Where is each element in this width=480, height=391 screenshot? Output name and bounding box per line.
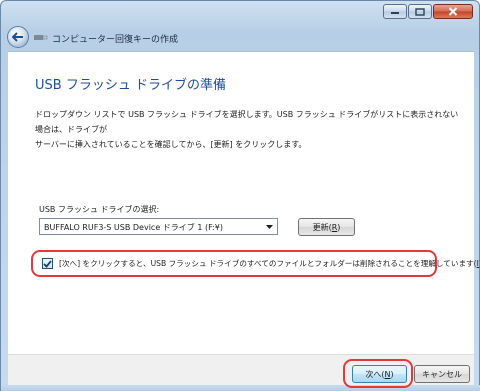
drive-select-value: BUFFALO RUF3-S USB Device ドライブ 1 (F:¥) — [44, 223, 223, 232]
drive-select-arrow[interactable] — [262, 219, 277, 234]
refresh-button[interactable]: 更新(R) — [298, 218, 355, 236]
dropdown-arrow-icon — [266, 224, 273, 229]
maximize-button[interactable] — [408, 4, 432, 19]
title-bar — [1, 1, 479, 23]
cancel-button[interactable]: キャンセル — [414, 365, 470, 383]
minimize-button[interactable] — [383, 4, 407, 19]
back-button[interactable] — [7, 26, 29, 48]
description-line-2: サーバーに挿入されていることを確認してから、[更新] をクリックします。 — [35, 140, 307, 149]
navigation-bar: コンピューター回復キーの作成 — [1, 23, 479, 51]
wizard-window: コンピューター回復キーの作成 USB フラッシュ ドライブの準備 ドロップダウン… — [0, 0, 480, 391]
drive-select[interactable]: BUFFALO RUF3-S USB Device ドライブ 1 (F:¥) — [39, 218, 278, 235]
page-description: ドロップダウン リストで USB フラッシュ ドライブを選択します。USB フラ… — [35, 107, 465, 152]
back-arrow-icon — [12, 32, 23, 42]
description-line-1: ドロップダウン リストで USB フラッシュ ドライブを選択します。USB フラ… — [35, 110, 459, 134]
next-label: 次へ( — [365, 370, 385, 379]
confirm-label: [次へ] をクリックすると、USB フラッシュ ドライブのすべてのファイルとフォ… — [59, 258, 480, 269]
next-button[interactable]: 次へ(N) — [352, 365, 407, 383]
confirm-checkbox[interactable] — [42, 258, 53, 269]
wizard-content: USB フラッシュ ドライブの準備 ドロップダウン リストで USB フラッシュ… — [8, 51, 480, 354]
next-suffix: ) — [390, 370, 394, 379]
minimize-icon — [391, 11, 399, 14]
close-button[interactable] — [433, 4, 473, 19]
confirm-label-text: [次へ] をクリックすると、USB フラッシュ ドライブのすべてのファイルとフォ… — [59, 259, 477, 268]
checkmark-icon — [43, 259, 52, 268]
refresh-label: 更新( — [312, 223, 332, 232]
refresh-suffix: ) — [337, 223, 341, 232]
drive-select-label: USB フラッシュ ドライブの選択: — [39, 205, 160, 214]
page-heading: USB フラッシュ ドライブの準備 — [35, 78, 226, 93]
wizard-title: コンピューター回復キーの作成 — [52, 35, 179, 45]
usb-drive-icon — [34, 35, 48, 40]
close-icon — [448, 7, 458, 16]
window-controls — [383, 4, 473, 19]
maximize-icon — [415, 7, 425, 16]
